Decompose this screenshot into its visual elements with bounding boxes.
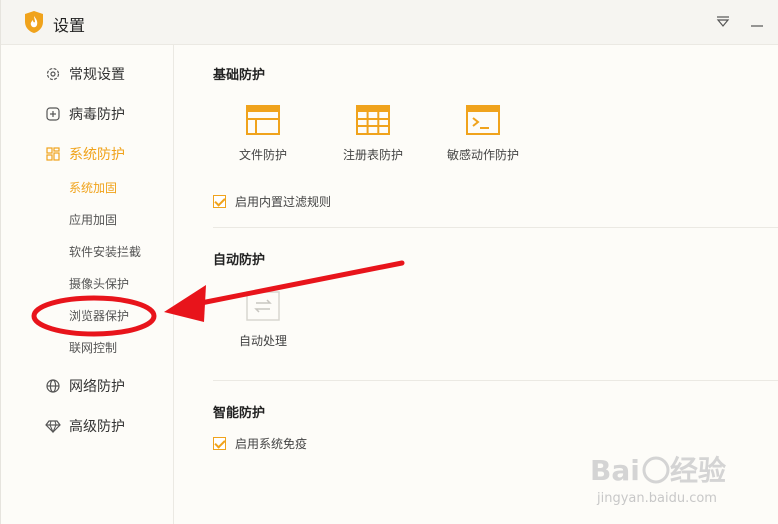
sidebar-item-label: 常规设置: [69, 67, 125, 83]
gear-icon: [46, 67, 60, 81]
grid-icon: [46, 147, 60, 161]
section-title-auto: 自动防护: [213, 253, 266, 268]
tile-auto-handle[interactable]: 自动处理: [208, 290, 318, 349]
terminal-icon: [466, 105, 500, 135]
plus-box-icon: [46, 107, 60, 121]
tile-label: 自动处理: [238, 334, 287, 348]
sidebar-item-virus[interactable]: 病毒防护: [45, 103, 125, 125]
shield-flame-logo-icon: [25, 11, 43, 33]
section-title-smart: 智能防护: [213, 406, 266, 421]
checkbox-label: 启用系统免疫: [235, 437, 308, 451]
section-divider: [213, 380, 778, 381]
builtin-filter-checkbox[interactable]: [213, 195, 226, 208]
dropdown-menu-icon[interactable]: [715, 14, 731, 30]
checkbox-label: 启用内置过滤规则: [235, 195, 332, 209]
tile-file-protection[interactable]: 文件防护: [208, 104, 318, 163]
tile-label: 注册表防护: [342, 148, 403, 162]
file-window-icon: [246, 105, 280, 135]
system-immunity-checkbox[interactable]: [213, 437, 226, 450]
sub-item-install-block[interactable]: 软件安装拦截: [69, 242, 141, 262]
baidu-watermark-logo: Bai 经验: [590, 454, 726, 487]
svg-text:Bai: Bai: [590, 454, 640, 487]
tile-registry-protection[interactable]: 注册表防护: [318, 104, 428, 163]
svg-text:经验: 经验: [670, 454, 726, 487]
builtin-filter-checkbox-row[interactable]: 启用内置过滤规则: [213, 193, 331, 210]
system-immunity-checkbox-row[interactable]: 启用系统免疫: [213, 435, 307, 452]
sidebar-item-system[interactable]: 系统防护: [45, 143, 125, 165]
sidebar-item-label: 系统防护: [69, 147, 125, 163]
section-title-basic: 基础防护: [213, 68, 266, 83]
registry-grid-icon: [356, 105, 390, 135]
section-divider: [213, 227, 778, 228]
minimize-icon[interactable]: [749, 14, 765, 30]
sidebar-item-label: 病毒防护: [69, 107, 125, 123]
settings-window: 设置 常规设置 病毒防护 系统防护 系统加固 应用加固 软件安装拦截 摄像头保护…: [0, 0, 778, 524]
sub-item-camera[interactable]: 摄像头保护: [69, 274, 129, 294]
sub-item-app-hardening[interactable]: 应用加固: [69, 210, 117, 230]
tile-label: 敏感动作防护: [446, 148, 519, 162]
sub-item-network-control[interactable]: 联网控制: [69, 338, 117, 358]
tile-sensitive-action-protection[interactable]: 敏感动作防护: [428, 104, 538, 163]
sidebar-item-general[interactable]: 常规设置: [45, 63, 125, 85]
title-bar: 设置: [1, 0, 778, 45]
sidebar-item-label: 高级防护: [69, 419, 125, 435]
tile-label: 文件防护: [238, 148, 287, 162]
watermark-url: jingyan.baidu.com: [597, 491, 717, 506]
sub-item-system-hardening[interactable]: 系统加固: [69, 178, 117, 198]
sidebar-item-label: 网络防护: [69, 379, 125, 395]
diamond-icon: [45, 420, 61, 434]
sidebar-item-advanced[interactable]: 高级防护: [45, 415, 125, 437]
swap-arrows-icon: [246, 291, 280, 321]
window-title: 设置: [53, 16, 86, 35]
sidebar-item-network[interactable]: 网络防护: [45, 375, 125, 397]
globe-icon: [46, 379, 60, 393]
sub-item-browser[interactable]: 浏览器保护: [69, 306, 129, 326]
sidebar-nav: 常规设置 病毒防护 系统防护 系统加固 应用加固 软件安装拦截 摄像头保护 浏览…: [1, 45, 174, 524]
